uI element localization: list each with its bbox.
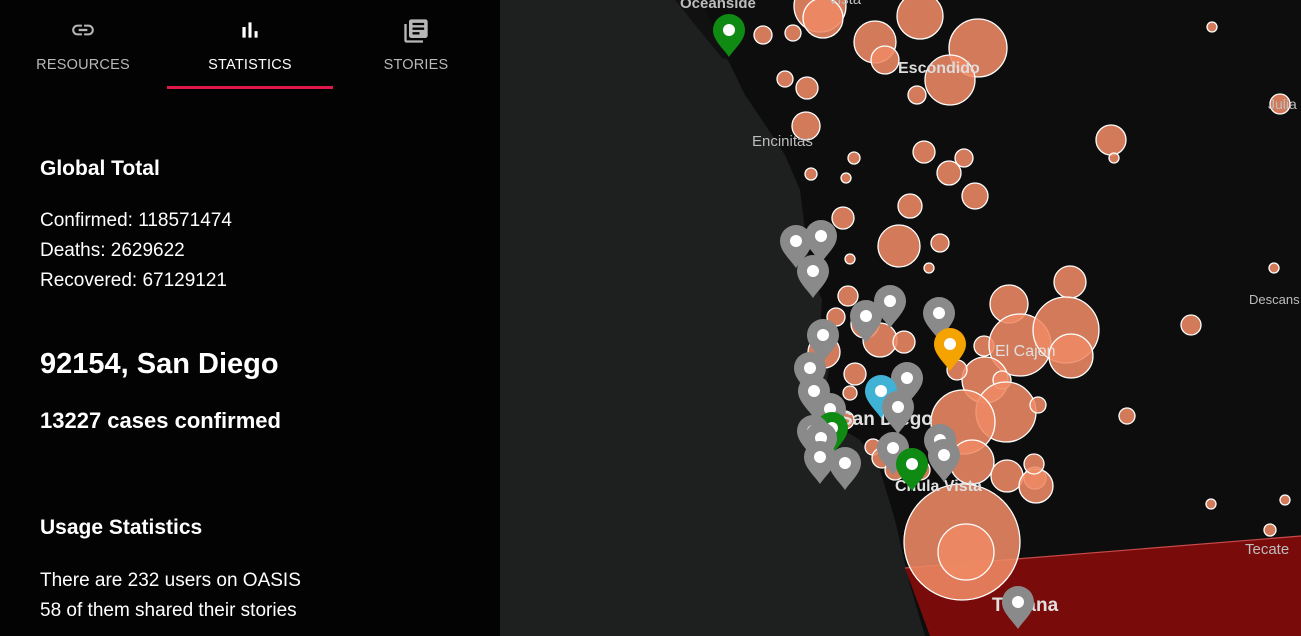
confirmed-count: Confirmed: 118571474	[40, 210, 232, 231]
recovered-count: Recovered: 67129121	[40, 270, 227, 291]
case-circle[interactable]	[1095, 124, 1127, 156]
case-circle[interactable]	[1023, 453, 1045, 475]
case-circle[interactable]	[1029, 396, 1047, 414]
case-circle[interactable]	[907, 85, 927, 105]
tab-bar: RESOURCES STATISTICS STORIES	[0, 0, 500, 90]
case-circle[interactable]	[844, 253, 856, 265]
case-circle[interactable]	[1180, 314, 1202, 336]
case-circle[interactable]	[795, 76, 819, 100]
case-circle[interactable]	[1205, 498, 1217, 510]
stories-count: 58 of them shared their stories	[40, 600, 297, 621]
case-circle[interactable]	[847, 151, 861, 165]
case-circle[interactable]	[961, 182, 989, 210]
usage-statistics-heading: Usage Statistics	[40, 516, 203, 539]
case-circle[interactable]	[877, 224, 921, 268]
case-circle[interactable]	[776, 70, 794, 88]
case-circle[interactable]	[1268, 262, 1280, 274]
location-cases: 13227 cases confirmed	[40, 408, 281, 433]
tab-resources[interactable]: RESOURCES	[0, 0, 166, 90]
case-circle[interactable]	[842, 385, 858, 401]
map-view[interactable]: Oceanside Vista Escondido Encinitas Juli…	[500, 0, 1301, 636]
tab-stories-label: STORIES	[383, 57, 449, 73]
case-circle[interactable]	[923, 262, 935, 274]
global-total-heading: Global Total	[40, 157, 160, 180]
case-circle[interactable]	[840, 172, 852, 184]
tab-statistics[interactable]: STATISTICS	[167, 0, 333, 90]
case-circle[interactable]	[937, 523, 995, 581]
location-pin-icon[interactable]	[829, 447, 861, 490]
place-label-encinitas: Encinitas	[752, 133, 813, 150]
case-circle[interactable]	[1108, 152, 1120, 164]
users-count: There are 232 users on OASIS	[40, 570, 301, 591]
case-circle[interactable]	[784, 24, 802, 42]
case-circle[interactable]	[892, 330, 916, 354]
case-circle[interactable]	[1263, 523, 1277, 537]
case-circle[interactable]	[837, 285, 859, 307]
case-circle[interactable]	[870, 45, 900, 75]
case-circle[interactable]	[897, 193, 923, 219]
place-label-escondido: Escondido	[898, 60, 980, 77]
place-label-julian: Julia	[1268, 96, 1297, 112]
tab-resources-label: RESOURCES	[36, 57, 130, 73]
sidebar: RESOURCES STATISTICS STORIES Global Tota…	[0, 0, 500, 636]
map-canvas[interactable]: Oceanside Vista Escondido Encinitas Juli…	[500, 0, 1301, 636]
place-label-descanso: Descans	[1249, 292, 1300, 307]
tab-stories[interactable]: STORIES	[333, 0, 499, 90]
place-label-el-cajon: El Cajon	[995, 343, 1055, 360]
case-circle[interactable]	[912, 140, 936, 164]
link-icon	[72, 24, 94, 36]
case-circle[interactable]	[936, 160, 962, 186]
place-label-oceanside: Oceanside	[680, 0, 756, 12]
deaths-count: Deaths: 2629622	[40, 240, 185, 261]
case-circle[interactable]	[1206, 21, 1218, 33]
case-circle[interactable]	[930, 233, 950, 253]
case-circle[interactable]	[1048, 333, 1094, 379]
place-label-vista: Vista	[828, 0, 862, 8]
library-books-icon	[404, 19, 428, 43]
case-circle[interactable]	[1118, 407, 1136, 425]
tab-statistics-label: STATISTICS	[208, 57, 292, 73]
case-circle[interactable]	[896, 0, 944, 40]
case-circle[interactable]	[753, 25, 773, 45]
place-label-tecate: Tecate	[1245, 541, 1289, 558]
case-circle[interactable]	[843, 362, 867, 386]
case-circle[interactable]	[990, 459, 1024, 493]
case-circle[interactable]	[831, 206, 855, 230]
location-title: 92154, San Diego	[40, 348, 279, 380]
bar-chart-icon	[242, 22, 258, 38]
case-circle[interactable]	[804, 167, 818, 181]
case-circle[interactable]	[1279, 494, 1291, 506]
active-tab-indicator	[167, 86, 333, 89]
case-circle[interactable]	[1053, 265, 1087, 299]
